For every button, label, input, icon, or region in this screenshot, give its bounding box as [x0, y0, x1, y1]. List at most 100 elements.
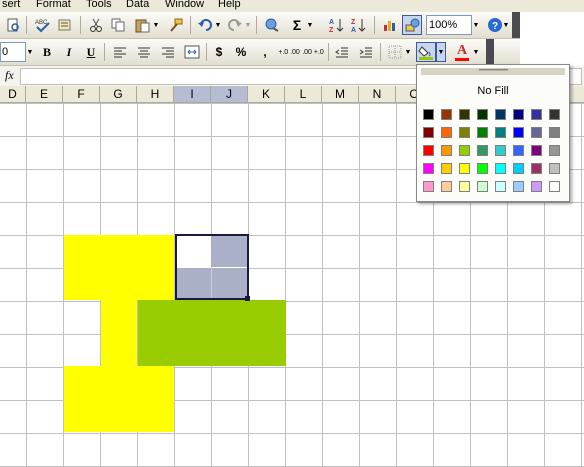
- function-icon[interactable]: fx: [5, 68, 14, 83]
- color-swatch[interactable]: [495, 163, 506, 174]
- color-swatch[interactable]: [459, 127, 470, 138]
- color-swatch[interactable]: [459, 163, 470, 174]
- font-color-dropdown-icon[interactable]: ▼: [472, 42, 480, 62]
- color-swatch[interactable]: [477, 145, 488, 156]
- toolbar-options-icon[interactable]: [486, 39, 494, 65]
- color-swatch[interactable]: [495, 145, 506, 156]
- chart-wizard-icon[interactable]: [380, 15, 400, 35]
- color-swatch[interactable]: [441, 109, 452, 120]
- color-swatch[interactable]: [513, 127, 524, 138]
- copy-icon[interactable]: [108, 15, 128, 35]
- color-swatch[interactable]: [441, 127, 452, 138]
- borders-dropdown-icon[interactable]: ▼: [404, 42, 412, 62]
- column-header[interactable]: K: [248, 86, 285, 103]
- help-dropdown-icon[interactable]: ▼: [502, 15, 510, 35]
- color-swatch[interactable]: [549, 109, 560, 120]
- print-preview-icon[interactable]: [4, 15, 22, 35]
- column-header[interactable]: E: [26, 86, 63, 103]
- insert-hyperlink-icon[interactable]: [262, 15, 282, 35]
- align-center-icon[interactable]: [134, 42, 154, 62]
- color-swatch[interactable]: [513, 181, 524, 192]
- color-swatch[interactable]: [423, 145, 434, 156]
- fill-handle[interactable]: [245, 296, 250, 301]
- color-swatch[interactable]: [459, 145, 470, 156]
- font-size-dropdown-icon[interactable]: ▼: [26, 42, 34, 62]
- font-color-button[interactable]: A: [452, 42, 472, 62]
- spelling-icon[interactable]: ABC: [32, 15, 54, 35]
- color-swatch[interactable]: [495, 127, 506, 138]
- column-header[interactable]: F: [63, 86, 100, 103]
- menu-format[interactable]: Format: [36, 0, 71, 10]
- color-swatch[interactable]: [513, 109, 524, 120]
- paste-dropdown-icon[interactable]: ▼: [152, 15, 160, 35]
- color-swatch[interactable]: [459, 109, 470, 120]
- color-swatch[interactable]: [549, 127, 560, 138]
- color-swatch[interactable]: [441, 145, 452, 156]
- color-swatch[interactable]: [477, 127, 488, 138]
- font-size-box[interactable]: 0: [0, 42, 26, 62]
- color-swatch[interactable]: [549, 145, 560, 156]
- color-swatch[interactable]: [549, 163, 560, 174]
- color-swatch[interactable]: [423, 109, 434, 120]
- menu-help[interactable]: Help: [218, 0, 241, 10]
- color-swatch[interactable]: [423, 181, 434, 192]
- color-swatch[interactable]: [477, 181, 488, 192]
- color-swatch[interactable]: [477, 109, 488, 120]
- sort-descending-icon[interactable]: ZA: [348, 15, 368, 35]
- autosum-dropdown-icon[interactable]: ▼: [306, 15, 314, 35]
- column-header-selected[interactable]: I: [174, 86, 211, 103]
- increase-decimal-button[interactable]: +.0 .00: [278, 42, 300, 62]
- italic-button[interactable]: I: [60, 42, 78, 62]
- drawing-icon[interactable]: [402, 15, 422, 35]
- toolbar-options-icon[interactable]: [512, 12, 520, 38]
- autosum-icon[interactable]: Σ: [288, 15, 306, 35]
- color-swatch[interactable]: [513, 145, 524, 156]
- sort-ascending-icon[interactable]: AZ: [326, 15, 346, 35]
- zoom-dropdown-icon[interactable]: ▼: [470, 15, 482, 35]
- color-swatch[interactable]: [531, 127, 542, 138]
- menu-window[interactable]: Window: [165, 0, 204, 10]
- color-swatch[interactable]: [423, 163, 434, 174]
- color-swatch[interactable]: [477, 163, 488, 174]
- color-swatch[interactable]: [423, 127, 434, 138]
- menu-tools[interactable]: Tools: [86, 0, 112, 10]
- align-right-icon[interactable]: [158, 42, 178, 62]
- merge-center-icon[interactable]: [182, 42, 202, 62]
- color-swatch[interactable]: [495, 109, 506, 120]
- paste-icon[interactable]: [132, 15, 152, 35]
- zoom-box[interactable]: 100%: [426, 15, 472, 35]
- undo-icon[interactable]: [196, 15, 214, 35]
- undo-dropdown-icon[interactable]: ▼: [214, 15, 222, 35]
- column-header[interactable]: N: [359, 86, 396, 103]
- column-header[interactable]: M: [322, 86, 359, 103]
- currency-button[interactable]: $: [210, 42, 228, 62]
- decrease-indent-icon[interactable]: [332, 42, 352, 62]
- decrease-decimal-button[interactable]: .00 +.0: [302, 42, 324, 62]
- color-swatch[interactable]: [513, 163, 524, 174]
- yellow-fill-middle[interactable]: [101, 300, 137, 366]
- format-painter-icon[interactable]: [166, 15, 186, 35]
- yellow-fill-bottom[interactable]: [64, 366, 174, 432]
- fill-color-dropdown-icon[interactable]: ▼: [436, 42, 446, 62]
- redo-dropdown-icon[interactable]: ▼: [244, 15, 252, 35]
- column-header[interactable]: G: [100, 86, 137, 103]
- column-header-selected[interactable]: J: [211, 86, 248, 103]
- color-swatch[interactable]: [495, 181, 506, 192]
- green-fill-block[interactable]: [138, 300, 286, 366]
- color-swatch[interactable]: [459, 181, 470, 192]
- column-header[interactable]: H: [137, 86, 174, 103]
- cut-icon[interactable]: [86, 15, 106, 35]
- comma-button[interactable]: ,: [256, 42, 274, 62]
- borders-icon[interactable]: [386, 42, 404, 62]
- yellow-fill-top[interactable]: [64, 235, 174, 300]
- palette-drag-handle[interactable]: ••••••••••••••••••••••••••: [421, 68, 565, 75]
- color-swatch[interactable]: [531, 145, 542, 156]
- no-fill-option[interactable]: No Fill: [421, 79, 565, 103]
- column-header[interactable]: L: [285, 86, 322, 103]
- research-icon[interactable]: [56, 15, 74, 35]
- bold-button[interactable]: B: [38, 42, 56, 62]
- underline-button[interactable]: U: [82, 42, 100, 62]
- percent-button[interactable]: %: [232, 42, 250, 62]
- color-swatch[interactable]: [549, 181, 560, 192]
- menu-data[interactable]: Data: [126, 0, 149, 10]
